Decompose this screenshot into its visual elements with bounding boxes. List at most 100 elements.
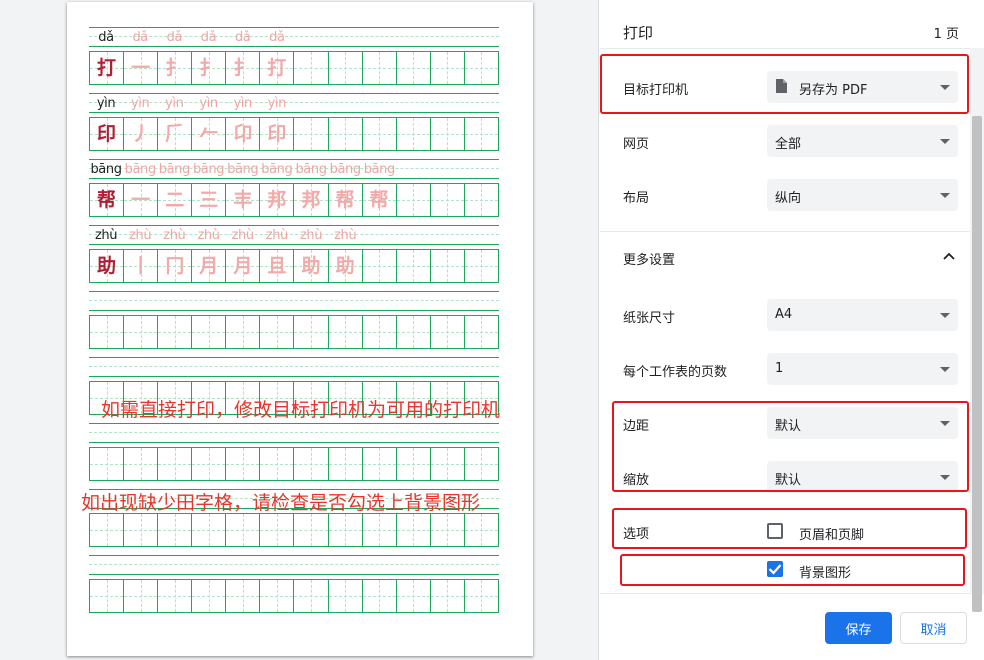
tian-grid-cell: 丿 [124, 118, 159, 150]
tian-grid-cell [396, 514, 431, 546]
tian-grid-cell [260, 514, 295, 546]
pinyin-label: zhù [129, 228, 152, 243]
tian-grid-cell [430, 514, 465, 546]
settings-scrollbar[interactable] [970, 48, 984, 612]
margins-label: 边距 [623, 419, 650, 434]
tian-grid-cell [328, 118, 363, 150]
tian-grid-cell [464, 514, 499, 546]
background-graphics-checkbox[interactable] [767, 561, 783, 577]
paper-size-value: A4 [775, 307, 793, 322]
pinyin-label: bāng [329, 162, 362, 177]
margins-select[interactable]: 默认 [767, 407, 958, 439]
pinyin-label: zhù [265, 228, 289, 243]
headers-footers-checkbox[interactable] [767, 523, 783, 539]
trace-character: 卬 [233, 122, 253, 145]
checkmark-icon [768, 564, 782, 575]
tian-grid-cell [260, 316, 295, 348]
tian-grid-row: 助丨冂月月且助助 [89, 249, 499, 283]
pages-per-sheet-select[interactable]: 1 [767, 353, 958, 385]
print-settings-panel: 打印 1 页 目标打印机 另存为 PDF 网页 全部 布局 纵向 更多设置 纸张… [600, 0, 984, 660]
pinyin-label: yìn [233, 96, 252, 111]
tian-grid-cell [192, 448, 227, 480]
trace-character: 帮 [335, 188, 355, 211]
tian-grid-cell [192, 514, 227, 546]
tian-grid-cell: 帮 [328, 184, 363, 216]
tian-grid-cell [430, 52, 465, 84]
pinyin-label: bāng [192, 162, 225, 177]
trace-character: 印 [267, 122, 287, 145]
tian-grid-cell [430, 118, 465, 150]
model-character: 打 [97, 56, 117, 79]
tian-grid-cell [362, 514, 397, 546]
practice-block [89, 555, 499, 617]
destination-select[interactable]: 另存为 PDF [767, 71, 958, 103]
scrollbar-thumb[interactable] [972, 116, 982, 612]
tian-grid-cell [328, 514, 363, 546]
layout-select[interactable]: 纵向 [767, 179, 958, 211]
tian-grid-cell [158, 514, 193, 546]
trace-character: 三 [199, 188, 219, 211]
layout-label: 布局 [623, 191, 650, 206]
paper-size-select[interactable]: A4 [767, 299, 958, 331]
destination-value: 另存为 PDF [799, 83, 868, 98]
tian-grid-cell [158, 316, 193, 348]
tian-grid-cell [158, 448, 193, 480]
settings-title: 打印 [623, 24, 654, 42]
tian-grid-cell: 邦 [260, 184, 295, 216]
tian-grid-cell [396, 52, 431, 84]
tian-grid-cell [464, 52, 499, 84]
tian-grid-cell [294, 118, 329, 150]
tian-grid-cell: 印 [90, 118, 125, 150]
trace-character: 助 [301, 254, 321, 277]
tian-grid-cell [464, 316, 499, 348]
tian-grid-cell: 助 [90, 250, 125, 282]
tian-grid-cell [90, 316, 125, 348]
tian-grid-cell [90, 514, 125, 546]
tian-grid-cell: 月 [192, 250, 227, 282]
page-count: 1 页 [933, 27, 959, 42]
trace-character: 一 [131, 56, 151, 79]
more-settings-toggle[interactable]: 更多设置 [600, 243, 970, 271]
tian-grid-cell [226, 580, 261, 612]
pinyin-label: yìn [267, 96, 287, 111]
trace-character: 𠂆 [165, 122, 185, 145]
tian-grid-cell [362, 316, 397, 348]
tian-grid-cell: 一 [124, 52, 159, 84]
chevron-down-icon [940, 421, 950, 426]
pinyin-label: yìn [165, 96, 184, 111]
tian-grid-cell [328, 580, 363, 612]
pages-select[interactable]: 全部 [767, 125, 958, 157]
tian-grid-cell: 帮 [362, 184, 397, 216]
settings-scroll-area: 目标打印机 另存为 PDF 网页 全部 布局 纵向 更多设置 纸张尺寸 A4 每… [600, 48, 984, 594]
pinyin-band: bāng bāng bāng bāng bāng bāng bāng bāng bāng [89, 159, 499, 179]
practice-block [89, 291, 499, 353]
background-graphics-label[interactable]: 背景图形 [799, 562, 851, 581]
tian-grid-cell: 助 [328, 250, 363, 282]
tian-grid-cell [464, 118, 499, 150]
scale-select[interactable]: 默认 [767, 461, 958, 493]
pinyin-label: dǎ [132, 30, 148, 45]
model-character: 印 [97, 122, 117, 145]
tian-grid-cell: 三 [192, 184, 227, 216]
paper-size-row: 纸张尺寸 A4 [600, 299, 970, 331]
pinyin-label: dǎ [200, 30, 217, 45]
cancel-button[interactable]: 取消 [900, 612, 967, 644]
headers-footers-label[interactable]: 页眉和页脚 [799, 524, 864, 543]
tian-grid-cell [464, 580, 499, 612]
tian-grid-row: 帮一二三丰邦邦帮帮 [89, 183, 499, 217]
margins-row: 边距 默认 [600, 407, 970, 439]
tian-grid-cell: 印 [260, 118, 295, 150]
tian-grid-cell: 扌 [158, 52, 193, 84]
tian-grid-cell: 助 [294, 250, 329, 282]
save-button[interactable]: 保存 [825, 612, 892, 644]
tian-grid-cell [124, 580, 159, 612]
pinyin-label: zhù [334, 228, 357, 243]
tian-grid-cell [192, 316, 227, 348]
tian-grid-cell [90, 448, 125, 480]
tian-grid-cell: 打 [90, 52, 125, 84]
tian-grid-cell [362, 52, 397, 84]
pages-value: 全部 [775, 137, 802, 152]
practice-block: yìn yìn yìn yìn yìn yìn 印丿 𠂆 𠂉 卬印 [89, 93, 499, 155]
tian-grid-cell: 𠂆 [158, 118, 193, 150]
tian-grid-cell: 扌 [192, 52, 227, 84]
